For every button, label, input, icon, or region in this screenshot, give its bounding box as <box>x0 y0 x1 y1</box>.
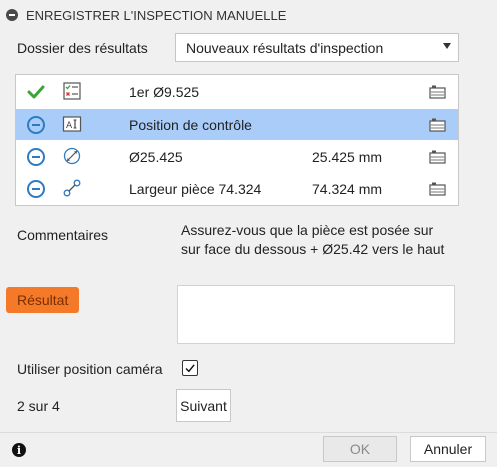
result-input[interactable] <box>177 285 455 344</box>
next-button[interactable]: Suivant <box>176 389 231 422</box>
chevron-down-icon <box>443 43 451 49</box>
ok-button[interactable]: OK <box>323 436 397 462</box>
camera-icon[interactable] <box>429 180 446 197</box>
comments-text: Assurez-vous que la pièce est posée sur … <box>181 221 471 259</box>
results-folder-label: Dossier des résultats <box>17 40 148 56</box>
cancel-button[interactable]: Annuler <box>410 436 486 462</box>
inspection-value: 74.324 mm <box>312 181 383 197</box>
distance-icon <box>63 179 81 197</box>
inspection-name: 1er Ø9.525 <box>129 84 200 100</box>
info-icon[interactable]: i <box>12 443 26 457</box>
footer-divider <box>0 432 497 433</box>
camera-position-checkbox[interactable] <box>182 360 198 376</box>
inspection-row[interactable]: 1er Ø9.525 <box>16 76 458 107</box>
camera-icon[interactable] <box>429 116 446 133</box>
checkmark-icon <box>185 363 195 372</box>
svg-text:A: A <box>66 121 73 131</box>
inspection-name: Ø25.425 <box>129 149 183 165</box>
results-folder-value: Nouveaux résultats d'inspection <box>186 39 384 56</box>
results-folder-dropdown[interactable]: Nouveaux résultats d'inspection <box>175 33 459 62</box>
comments-line: Assurez-vous que la pièce est posée sur <box>181 222 434 238</box>
camera-position-label: Utiliser position caméra <box>17 361 163 377</box>
text-annotation-icon: A <box>62 116 82 132</box>
camera-icon[interactable] <box>429 148 446 165</box>
checklist-icon <box>63 82 81 100</box>
dialog-titlebar: ENREGISTRER L'INSPECTION MANUELLE <box>0 0 497 30</box>
inspection-name: Position de contrôle <box>129 117 252 133</box>
collapse-icon[interactable] <box>6 9 18 21</box>
result-label-highlight: Résultat <box>6 287 79 313</box>
comments-line: sur face du dessous + Ø25.42 vers le hau… <box>181 241 445 257</box>
inspection-row[interactable]: Ø25.425 25.425 mm <box>16 141 458 172</box>
inspection-list: 1er Ø9.525 A Position de contrôle Ø25.42… <box>15 74 459 206</box>
inspection-row[interactable]: Largeur pièce 74.324 74.324 mm <box>16 173 458 204</box>
diameter-icon <box>63 147 81 165</box>
check-icon <box>27 85 45 99</box>
minus-circle-icon <box>26 179 46 199</box>
inspection-value: 25.425 mm <box>312 149 383 165</box>
progress-label: 2 sur 4 <box>17 398 60 414</box>
inspection-name: Largeur pièce 74.324 <box>129 181 262 197</box>
minus-circle-icon <box>26 115 46 135</box>
inspection-row[interactable]: A Position de contrôle <box>16 109 458 140</box>
result-label: Résultat <box>17 292 69 308</box>
camera-icon[interactable] <box>429 83 446 100</box>
dialog-title: ENREGISTRER L'INSPECTION MANUELLE <box>26 7 287 23</box>
minus-circle-icon <box>26 147 46 167</box>
comments-label: Commentaires <box>17 227 109 243</box>
